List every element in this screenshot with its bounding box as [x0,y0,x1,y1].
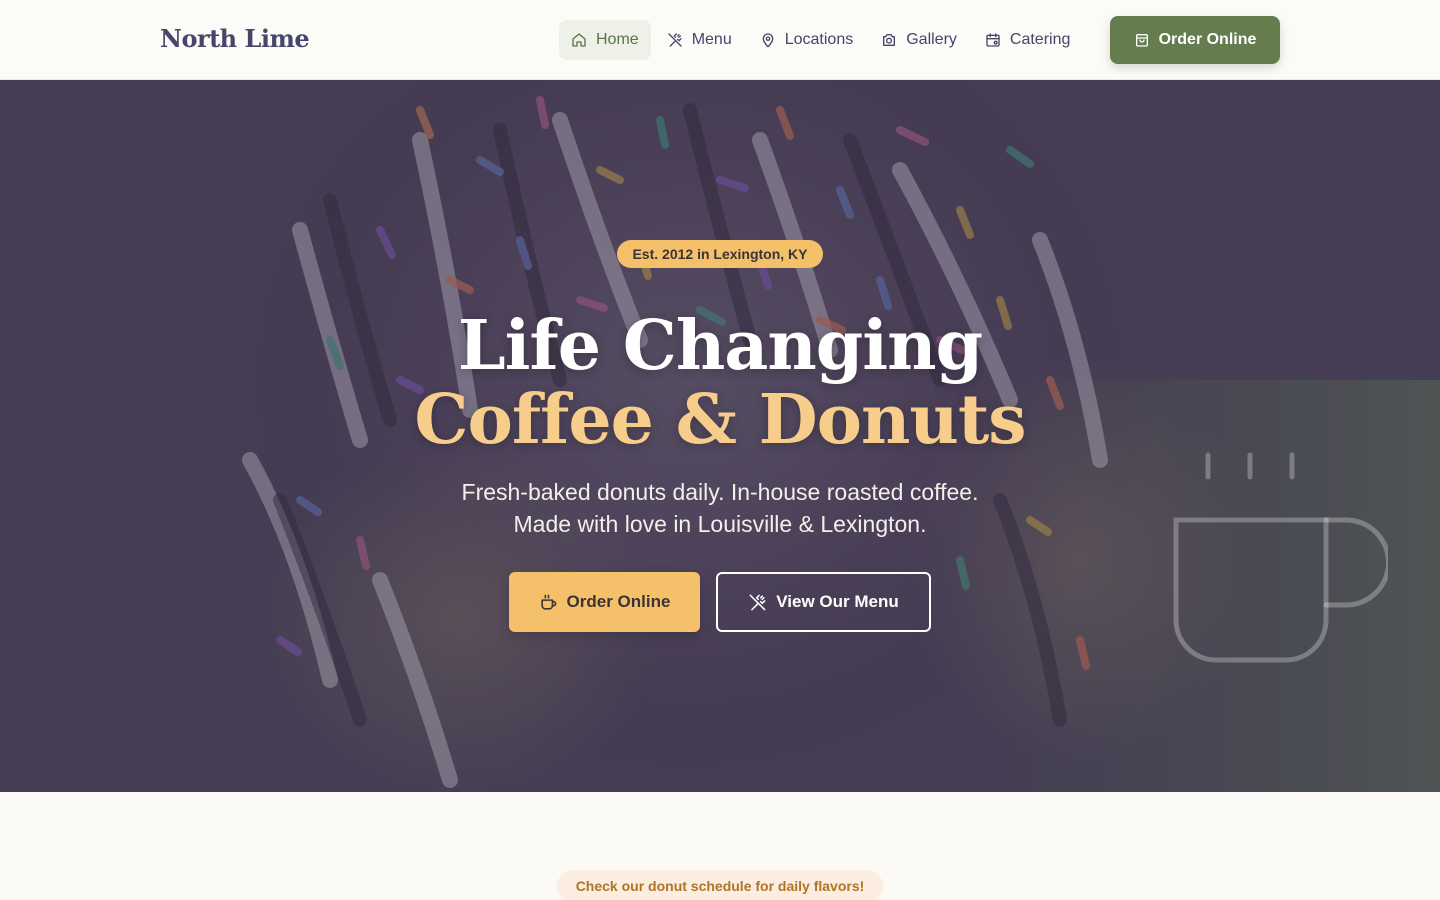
order-online-hero-button[interactable]: Order Online [509,572,700,632]
utensils-icon [668,33,682,47]
nav-item-label: Locations [784,31,854,48]
brand-logo[interactable]: North Lime [160,24,310,53]
home-icon [572,33,586,47]
hero-section: Est. 2012 in Lexington, KY Life Changing… [0,80,1440,792]
view-menu-label: View Our Menu [776,592,899,611]
utensils-icon [749,594,766,610]
map-pin-icon [762,33,774,48]
main-nav: Home Menu Locations Gallery Catering [559,20,1086,60]
nav-item-catering[interactable]: Catering [973,20,1082,60]
nav-item-label: Catering [1009,31,1071,48]
nav-item-gallery[interactable]: Gallery [869,20,969,60]
nav-item-label: Gallery [906,31,957,48]
coffee-mug-icon [1173,452,1388,663]
camera-icon [883,34,896,46]
order-online-nav-button[interactable]: Order Online [1110,16,1280,64]
view-menu-button[interactable]: View Our Menu [716,572,931,632]
nav-item-locations[interactable]: Locations [748,20,866,60]
nav-item-menu[interactable]: Menu [655,20,744,60]
order-online-nav-label: Order Online [1158,31,1257,48]
site-header: North Lime Home Menu Locations Gallery C… [0,0,1440,80]
order-online-hero-label: Order Online [566,592,671,611]
nav-item-label: Menu [691,31,732,48]
donut-schedule-notice[interactable]: Check our donut schedule for daily flavo… [557,870,883,900]
nav-item-home[interactable]: Home [559,20,651,60]
hero-title-line2: Coffee & Donuts [414,380,1026,460]
established-badge: Est. 2012 in Lexington, KY [617,240,823,268]
shopping-bag-icon [1135,33,1148,47]
nav-item-label: Home [596,31,639,48]
coffee-cup-icon [540,594,556,610]
calendar-icon [986,33,1000,47]
hero-title-line1: Life Changing [457,306,983,386]
